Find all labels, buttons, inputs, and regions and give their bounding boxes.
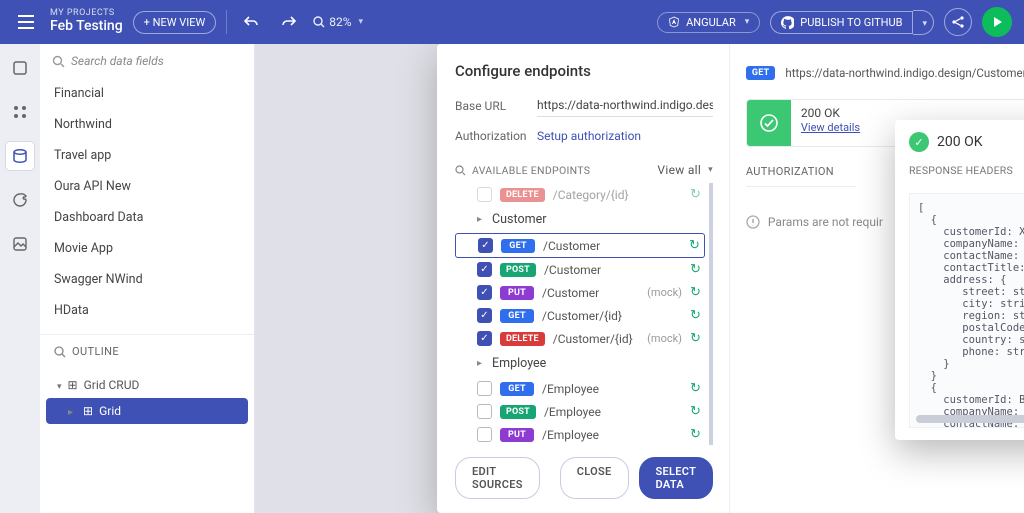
endpoint-group[interactable]: Employee: [455, 350, 705, 377]
select-data-button[interactable]: SELECT DATA: [639, 457, 713, 499]
datasource-item[interactable]: Travel app: [40, 140, 254, 171]
arrow-icon: ↻: [690, 187, 701, 202]
base-url-input[interactable]: [537, 94, 713, 117]
auth-row: Authorization Setup authorization: [455, 129, 713, 143]
rail-pages-icon[interactable]: [6, 54, 34, 82]
available-header: AVAILABLE ENDPOINTS View all: [455, 163, 713, 177]
request-verb: GET: [746, 66, 775, 80]
endpoint-row[interactable]: PUT/Customer(mock)↻: [455, 281, 705, 304]
success-icon: [909, 132, 929, 152]
endpoint-row[interactable]: GET/Customer↻: [455, 233, 705, 258]
rail-components-icon[interactable]: [6, 98, 34, 126]
tree-row-root[interactable]: ⊞Grid CRUD: [46, 372, 248, 398]
rail-assets-icon[interactable]: [6, 230, 34, 258]
popover-status: 200 OK: [937, 134, 983, 150]
datasource-item[interactable]: Oura API New: [40, 171, 254, 202]
auth-tab[interactable]: AUTHORIZATION: [746, 165, 856, 187]
modal-left: Configure endpoints Base URL Authorizati…: [437, 44, 730, 513]
datasource-item[interactable]: Movie App: [40, 233, 254, 264]
canvas: atic ↕ Grow ↘ Shrink ✎ ＋ ＋ ng✕ 🗑 Custome…: [255, 44, 1024, 513]
project-name: Feb Testing: [50, 19, 123, 34]
projects-label: MY PROJECTS: [50, 9, 123, 19]
outline-label: OUTLINE: [72, 345, 119, 358]
endpoint-row[interactable]: DELETE /Category/{id} ↻: [455, 183, 705, 206]
popover-tabs: RESPONSE HEADERS RESPONSE CONTENT: [909, 164, 1024, 185]
preview-button[interactable]: [982, 7, 1012, 37]
endpoint-row[interactable]: POST/Employee↻: [455, 400, 705, 423]
publish-label: PUBLISH TO GITHUB: [800, 16, 902, 29]
endpoint-row[interactable]: PUT/Employee↻: [455, 423, 705, 445]
endpoint-row[interactable]: POST/Customer↻: [455, 258, 705, 281]
top-bar: MY PROJECTS Feb Testing + NEW VIEW 82% A…: [0, 0, 1024, 44]
datasource-item[interactable]: HData: [40, 295, 254, 326]
tab-response-headers[interactable]: RESPONSE HEADERS: [909, 164, 1013, 185]
zoom-control[interactable]: 82%: [313, 15, 363, 29]
auth-label: Authorization: [455, 129, 537, 143]
request-row: GET https://data-northwind.indigo.design…: [746, 60, 1024, 85]
project-title-block[interactable]: MY PROJECTS Feb Testing: [50, 9, 123, 34]
outline-tree: ⊞Grid CRUD ⊞Grid: [40, 368, 254, 428]
rail-theme-icon[interactable]: [6, 186, 34, 214]
view-all-toggle[interactable]: View all: [657, 163, 713, 177]
datasource-list: Financial Northwind Travel app Oura API …: [40, 78, 254, 326]
endpoint-checkbox[interactable]: [477, 187, 492, 202]
datasource-item[interactable]: Dashboard Data: [40, 202, 254, 233]
modal-footer: EDIT SOURCES CLOSE SELECT DATA: [455, 445, 713, 499]
undo-icon[interactable]: [237, 8, 265, 36]
publish-dropdown[interactable]: [913, 10, 934, 35]
redo-icon[interactable]: [275, 8, 303, 36]
datasource-item[interactable]: Northwind: [40, 109, 254, 140]
view-details-link[interactable]: View details: [801, 121, 860, 134]
new-view-button[interactable]: + NEW VIEW: [133, 11, 217, 34]
success-icon: [747, 100, 791, 146]
edit-sources-button[interactable]: EDIT SOURCES: [455, 457, 540, 499]
arrow-icon: ↻: [689, 238, 700, 253]
status-text: 200 OK: [801, 106, 860, 120]
setup-auth-link[interactable]: Setup authorization: [537, 129, 641, 143]
datasource-item[interactable]: Financial: [40, 78, 254, 109]
modal-title: Configure endpoints: [455, 62, 713, 80]
search-row[interactable]: Search data fields: [40, 44, 254, 78]
endpoint-list[interactable]: DELETE /Category/{id} ↻ Customer GET/Cus…: [455, 183, 713, 445]
menu-icon[interactable]: [12, 8, 40, 36]
response-json[interactable]: [ { customerId: XRNQBM companyName: stri…: [909, 193, 1024, 428]
side-rail: [0, 44, 40, 513]
response-popover: 200 OK ✕ RESPONSE HEADERS RESPONSE CONTE…: [895, 120, 1024, 440]
share-icon[interactable]: [944, 8, 972, 36]
endpoint-row[interactable]: GET/Customer/{id}↻: [455, 304, 705, 327]
publish-button[interactable]: PUBLISH TO GITHUB: [770, 11, 913, 34]
base-url-row: Base URL: [455, 94, 713, 117]
framework-select[interactable]: ANGULAR: [657, 12, 760, 33]
endpoint-group[interactable]: Customer: [455, 206, 705, 233]
verb-badge: DELETE: [500, 188, 545, 202]
framework-label: ANGULAR: [686, 16, 736, 29]
endpoint-row[interactable]: DELETE/Customer/{id}(mock)↻: [455, 327, 705, 350]
datasource-item[interactable]: Swagger NWind: [40, 264, 254, 295]
request-url: https://data-northwind.indigo.design/Cus…: [785, 66, 1024, 80]
data-panel: Search data fields Financial Northwind T…: [40, 44, 255, 513]
tree-row-grid[interactable]: ⊞Grid: [46, 398, 248, 424]
endpoint-checkbox[interactable]: [478, 238, 493, 253]
zoom-value: 82%: [329, 15, 351, 29]
search-placeholder: Search data fields: [71, 54, 164, 68]
endpoint-row[interactable]: GET/Employee↻: [455, 377, 705, 400]
publish-group: PUBLISH TO GITHUB: [770, 10, 934, 35]
rail-data-icon[interactable]: [6, 142, 34, 170]
outline-header: OUTLINE: [40, 334, 254, 368]
close-button[interactable]: CLOSE: [560, 457, 629, 499]
base-url-label: Base URL: [455, 99, 537, 113]
